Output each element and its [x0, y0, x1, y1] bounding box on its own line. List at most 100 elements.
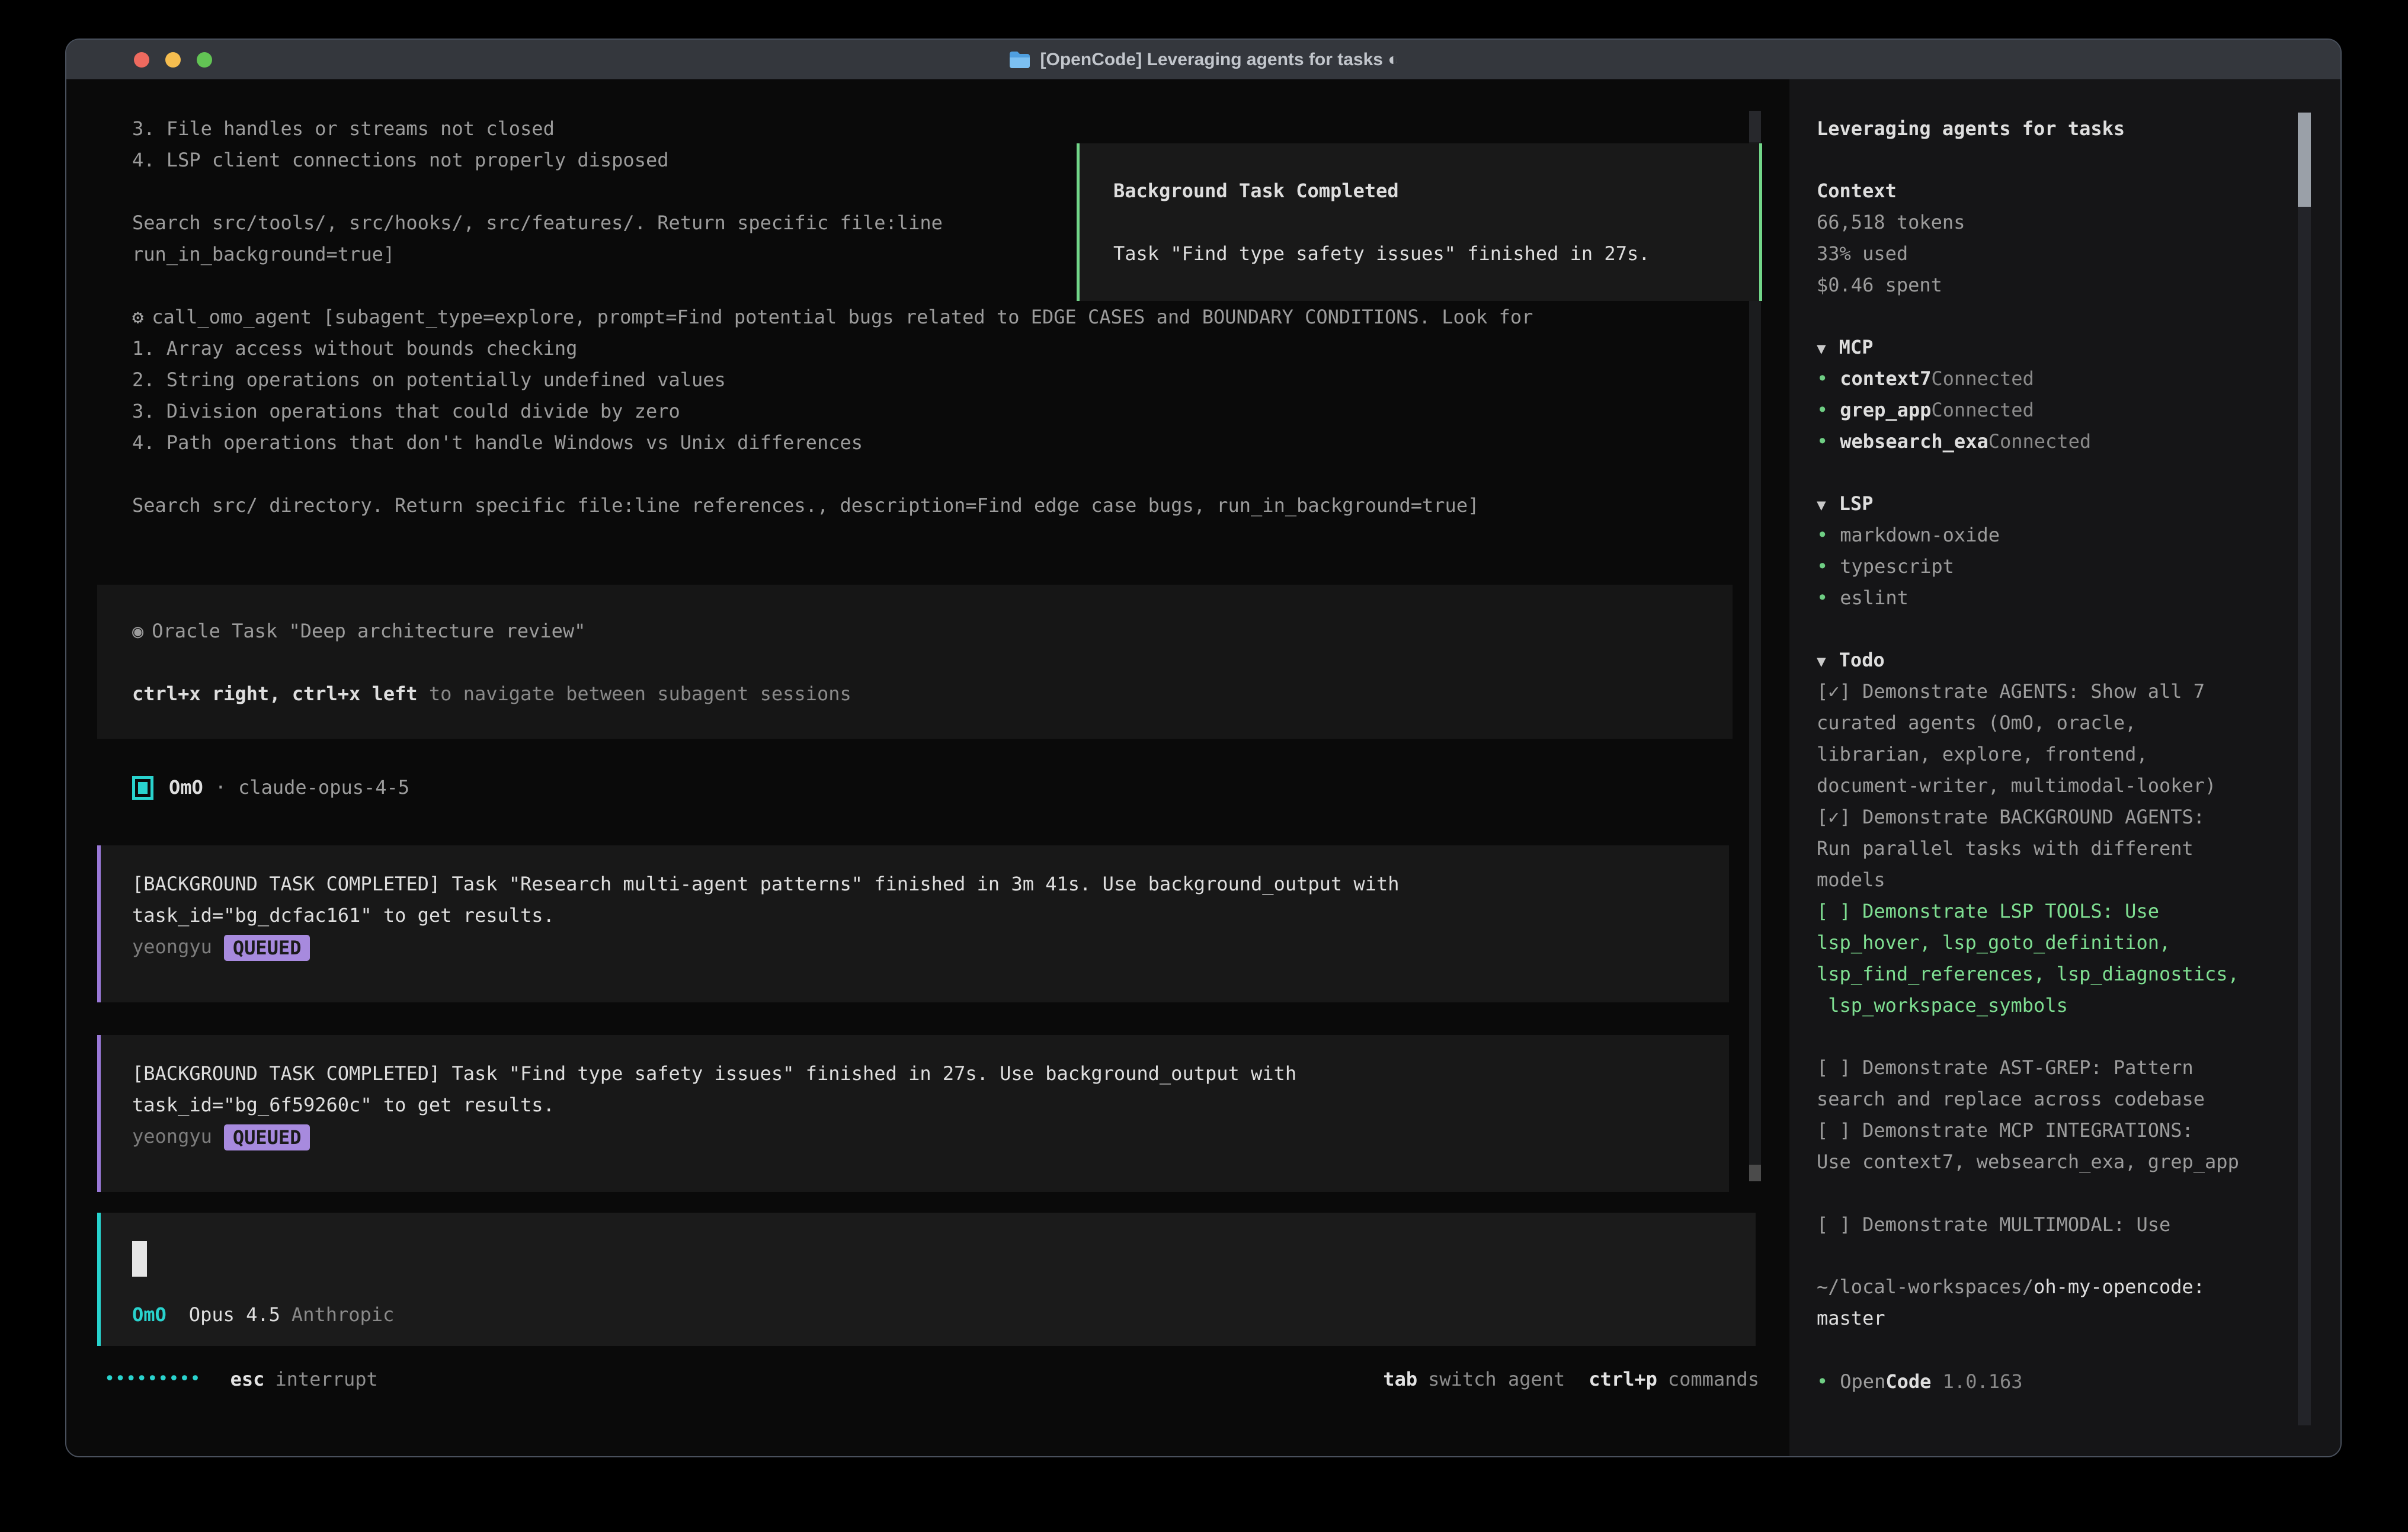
status-bullet-icon: • [1817, 430, 1828, 453]
todo-item-done: [✓] Demonstrate AGENTS: Show all 7 curat… [1817, 676, 2239, 802]
lsp-item: • markdown-oxide [1817, 520, 2000, 551]
context-tokens: 66,518 tokens [1817, 207, 1965, 238]
lsp-item-name: eslint [1840, 586, 1909, 609]
message-line: [BACKGROUND TASK COMPLETED] Task "Find t… [132, 1058, 1729, 1089]
gear-icon: ⚙ [132, 306, 143, 328]
ctrlp-key-label: commands [1668, 1368, 1759, 1390]
message-line: task_id="bg_6f59260c" to get results. [132, 1089, 1729, 1121]
todo-list: [ ] Demonstrate AST-GREP: Pattern search… [1817, 1052, 2239, 1178]
todo-line: lsp_hover, lsp_goto_definition, [1817, 927, 2239, 959]
todo-list: [ ] Demonstrate MULTIMODAL: Use [1817, 1209, 2170, 1241]
todo-line: [ ] Demonstrate MCP INTEGRATIONS: [1817, 1115, 2239, 1146]
notification-title: Background Task Completed [1113, 175, 1759, 207]
tool-call-item: 3. Division operations that could divide… [132, 396, 1533, 427]
todo-line: [✓] Demonstrate BACKGROUND AGENTS: [1817, 802, 2239, 833]
input-model-name: Opus 4.5 [189, 1303, 280, 1326]
mcp-section: ▼MCP •context7Connected •grep_appConnect… [1817, 332, 2091, 457]
context-heading: Context [1817, 175, 1965, 207]
notification-toast: Background Task Completed Task "Find typ… [1077, 143, 1762, 301]
sidebar-scrollbar-thumb[interactable] [2298, 113, 2311, 207]
todo-line: search and replace across codebase [1817, 1084, 2239, 1115]
mcp-heading: MCP [1839, 336, 1874, 358]
status-bullet-icon: • [1817, 1370, 1828, 1393]
titlebar[interactable]: [OpenCode] Leveraging agents for tasks ◐ [66, 40, 2340, 79]
sidebar: Leveraging agents for tasks Context 66,5… [1789, 79, 2340, 1457]
esc-key-label: interrupt [275, 1368, 377, 1390]
lsp-item: •typescript [1817, 551, 2000, 582]
todo-line: librarian, explore, frontend, [1817, 739, 2239, 770]
status-bullet-icon: • [1817, 586, 1828, 609]
tool-call-text: call_omo_agent [subagent_type=explore, p… [152, 306, 1533, 328]
input-meta: OmOOpus 4.5Anthropic [132, 1299, 394, 1331]
mcp-item-name: websearch_exa [1840, 430, 1988, 453]
todo-line: curated agents (OmO, oracle, [1817, 707, 2239, 739]
input-provider-name: Anthropic [292, 1303, 394, 1326]
sidebar-scrollbar[interactable] [2298, 113, 2311, 1425]
log-line: 3. File handles or streams not closed [132, 113, 943, 145]
tool-call-blank [132, 459, 1533, 490]
lsp-item-name: typescript [1840, 555, 1954, 578]
prompt-input[interactable]: OmOOpus 4.5Anthropic [97, 1213, 1756, 1346]
collapse-triangle-icon: ▼ [1817, 496, 1826, 514]
oracle-hint-rest: to navigate between subagent sessions [418, 682, 851, 705]
workspace-repo: oh-my-opencode: [2034, 1275, 2205, 1298]
author-name: yeongyu [132, 935, 212, 958]
tool-call-tail: Search src/ directory. Return specific f… [132, 490, 1533, 521]
lsp-section-header: ▼LSP [1817, 488, 2000, 520]
main-scrollbar-thumb[interactable] [1749, 1165, 1761, 1181]
ctrlp-key-hint[interactable]: ctrl+p [1589, 1368, 1657, 1390]
message-line: [BACKGROUND TASK COMPLETED] Task "Resear… [132, 868, 1729, 900]
log-line: Search src/tools/, src/hooks/, src/featu… [132, 207, 943, 239]
tab-key-label: switch agent [1428, 1368, 1565, 1390]
agent-session-header[interactable]: OmO · claude-opus-4-5 [132, 772, 409, 803]
todo-line: lsp_workspace_symbols [1817, 990, 2239, 1021]
queued-badge: QUEUED [224, 935, 310, 961]
esc-key-hint[interactable]: esc [230, 1368, 265, 1390]
todo-line: [ ] Demonstrate AST-GREP: Pattern [1817, 1052, 2239, 1084]
folder-icon [1008, 50, 1031, 69]
mcp-item-name: context7 [1840, 367, 1931, 390]
oracle-blank [132, 647, 1733, 678]
tool-call-item: 1. Array access without bounds checking [132, 333, 1533, 364]
agent-name: OmO [169, 772, 203, 803]
collapse-triangle-icon: ▼ [1817, 653, 1826, 671]
todo-line: [ ] Demonstrate LSP TOOLS: Use [1817, 896, 2239, 927]
mcp-item-status: Connected [1931, 399, 2034, 421]
todo-line: lsp_find_references, lsp_diagnostics, [1817, 959, 2239, 990]
tool-call-header: ⚙ call_omo_agent [subagent_type=explore, … [132, 302, 1533, 333]
todo-item-done: [✓] Demonstrate BACKGROUND AGENTS: Run p… [1817, 802, 2239, 896]
todo-item-active: [ ] Demonstrate LSP TOOLS: Use lsp_hover… [1817, 896, 2239, 1021]
text-cursor [132, 1241, 147, 1277]
workspace-line: ~/local-workspaces/oh-my-opencode: [1817, 1271, 2205, 1303]
spinner-dots-icon: ••••••••• [104, 1368, 201, 1389]
todo-line: models [1817, 864, 2239, 896]
version-name-bold: Code [1885, 1370, 1931, 1393]
mcp-item-status: Connected [1931, 367, 2034, 390]
tool-call-item: 2. String operations on potentially unde… [132, 364, 1533, 396]
message-line: task_id="bg_dcfac161" to get results. [132, 900, 1729, 931]
background-task-message: [BACKGROUND TASK COMPLETED] Task "Resear… [97, 845, 1729, 1002]
todo-item-pending: [ ] Demonstrate AST-GREP: Pattern search… [1817, 1052, 2239, 1115]
oracle-task-panel: ◉Oracle Task "Deep architecture review" … [97, 585, 1733, 739]
status-bullet-icon: • [1817, 367, 1828, 390]
version-number: 1.0.163 [1943, 1370, 2023, 1393]
status-bullet-icon: • [1817, 524, 1828, 546]
agent-model: claude-opus-4-5 [238, 772, 409, 803]
tab-key-hint[interactable]: tab [1383, 1368, 1417, 1390]
content: 3. File handles or streams not closed 4.… [66, 79, 2340, 1457]
agent-separator: · [215, 772, 226, 803]
workspace-prefix: ~/local-workspaces/ [1817, 1275, 2034, 1298]
workspace-path: ~/local-workspaces/oh-my-opencode: maste… [1817, 1271, 2205, 1334]
status-bar: ••••••••• esc interrupt tab switch agent… [104, 1363, 1759, 1395]
background-task-message: [BACKGROUND TASK COMPLETED] Task "Find t… [97, 1035, 1729, 1192]
context-used: 33% used [1817, 238, 1965, 270]
mcp-item-status: Connected [1988, 430, 2091, 453]
queued-badge: QUEUED [224, 1124, 310, 1150]
todo-section-header: ▼Todo [1817, 645, 1885, 676]
notification-body: Task "Find type safety issues" finished … [1113, 238, 1759, 270]
lsp-item: • eslint [1817, 582, 2000, 614]
log-line: run_in_background=true] [132, 239, 943, 270]
todo-item-pending: [ ] Demonstrate MULTIMODAL: Use [1817, 1209, 2170, 1241]
lsp-item-name: markdown-oxide [1840, 524, 2000, 546]
tool-call-item: 4. Path operations that don't handle Win… [132, 427, 1533, 459]
